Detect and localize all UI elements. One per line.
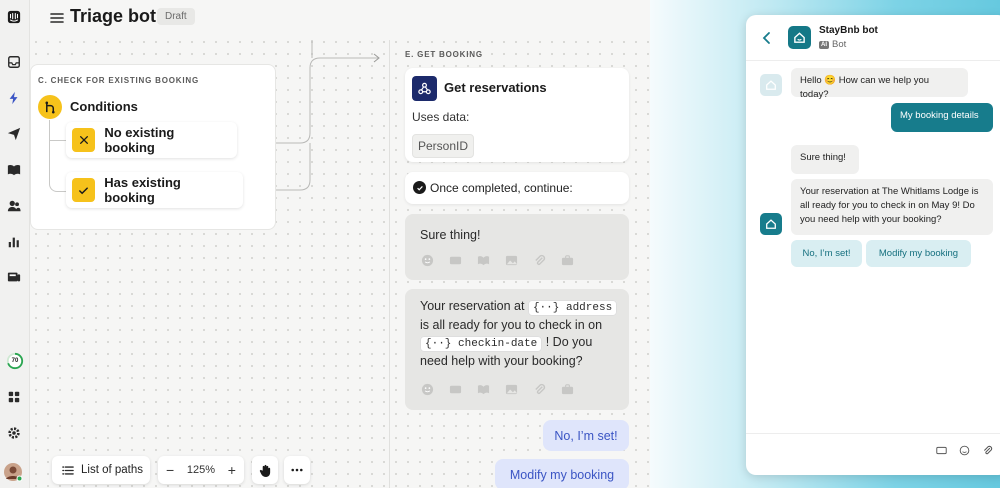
zoom-in-button[interactable]: + (228, 462, 236, 478)
conditions-title: Conditions (70, 99, 138, 114)
app-icon[interactable] (560, 254, 574, 266)
progress-value: 70 (11, 358, 19, 364)
progress-ring[interactable]: 70 (5, 351, 25, 371)
hand-tool-button[interactable] (252, 456, 278, 484)
image-icon[interactable] (504, 254, 518, 266)
lightning-icon[interactable] (5, 89, 23, 107)
action-title: Get reservations (444, 80, 547, 95)
uses-data-label: Uses data: (412, 110, 470, 124)
close-icon (72, 128, 96, 152)
list-icon (62, 465, 74, 475)
more-button[interactable] (284, 456, 310, 484)
quick-reply-modify-booking[interactable]: Modify my booking (866, 240, 971, 267)
news-icon[interactable] (5, 268, 23, 286)
branch-icon (38, 95, 62, 119)
message-toolbar (420, 254, 574, 266)
zoom-out-button[interactable]: − (166, 462, 174, 478)
column-divider (389, 40, 390, 488)
check-icon (72, 178, 96, 202)
variable-chip[interactable]: {··} address (527, 300, 618, 316)
back-icon[interactable] (762, 31, 772, 45)
draft-badge: Draft (157, 8, 195, 25)
attachment-icon[interactable] (982, 445, 993, 456)
branch-has-existing-booking[interactable]: Has existing booking (66, 172, 243, 208)
bot-role: Bot (832, 39, 847, 50)
chat-bubble-user: My booking details (891, 103, 993, 132)
gif-icon[interactable] (448, 254, 462, 266)
book-icon[interactable] (5, 161, 23, 179)
message-segment: Your reservation at (420, 299, 525, 313)
branch-label: No existing booking (104, 125, 175, 155)
gif-icon[interactable] (448, 383, 462, 395)
emoji-icon[interactable] (420, 383, 434, 395)
webhook-icon (412, 76, 437, 101)
branch-no-existing-booking[interactable]: No existing booking (66, 122, 237, 158)
attachment-icon[interactable] (532, 383, 546, 395)
page-title: Triage bot (70, 6, 157, 26)
ai-badge: AI (819, 40, 829, 49)
bot-name: StayBnb bot (819, 25, 878, 36)
hand-icon (259, 464, 270, 477)
variable-chip[interactable]: {··} checkin-date (420, 336, 543, 352)
apps-icon[interactable] (5, 388, 23, 406)
bot-subtitle: AI Bot (819, 39, 846, 50)
article-icon[interactable] (476, 254, 490, 266)
chat-header: StayBnb bot AI Bot (746, 15, 1000, 61)
intercom-logo-icon[interactable] (5, 8, 23, 26)
composer-actions (936, 445, 993, 456)
branch-label: Has existing booking (104, 175, 181, 205)
contacts-icon[interactable] (5, 197, 23, 215)
send-icon[interactable] (5, 125, 23, 143)
message-segment: is all ready for you to check in on (420, 318, 603, 332)
messenger-preview: StayBnb bot AI Bot Hello 😊 How can we he… (746, 15, 1000, 475)
chat-bubble-bot: Your reservation at The Whitlams Lodge i… (791, 179, 993, 235)
bot-avatar (760, 74, 782, 96)
attachment-icon[interactable] (532, 254, 546, 266)
inbox-icon[interactable] (5, 53, 23, 71)
list-of-paths-button[interactable]: List of paths (52, 456, 150, 484)
quick-reply-no-im-set[interactable]: No, I’m set! (791, 240, 862, 267)
list-of-paths-label: List of paths (81, 464, 144, 476)
bot-avatar (760, 213, 782, 235)
message-text[interactable]: Sure thing! (420, 227, 480, 244)
variable-name: checkin-date (458, 338, 538, 350)
more-icon (291, 468, 303, 472)
chat-bubble-bot: Hello 😊 How can we help you today? (791, 68, 968, 100)
reply-no-im-set[interactable]: No, I’m set! (543, 420, 629, 451)
variable-name: address (565, 302, 613, 314)
chat-bubble-bot: Sure thing! (791, 145, 859, 174)
node-label: C. CHECK FOR EXISTING BOOKING (38, 76, 199, 85)
reports-icon[interactable] (5, 233, 23, 251)
chat-composer-divider (746, 433, 1000, 434)
left-rail: 70 (0, 0, 30, 488)
message-block[interactable] (405, 214, 629, 280)
once-completed-label: Once completed, continue: (430, 181, 573, 195)
branch-line (49, 140, 67, 141)
image-icon[interactable] (504, 383, 518, 395)
app-icon[interactable] (560, 383, 574, 395)
zoom-level: 125% (186, 464, 216, 476)
node-label: E. GET BOOKING (405, 50, 483, 59)
check-circle-icon (413, 181, 426, 194)
zoom-control: − 125% + (158, 456, 244, 484)
emoji-icon[interactable] (959, 445, 970, 456)
bot-logo-icon (788, 26, 811, 49)
data-chip[interactable]: PersonID (412, 134, 475, 158)
menu-icon[interactable] (50, 10, 64, 26)
settings-icon[interactable] (5, 424, 23, 442)
reply-modify-booking[interactable]: Modify my booking (495, 459, 629, 488)
article-icon[interactable] (476, 383, 490, 395)
gif-icon[interactable] (936, 445, 947, 456)
user-avatar[interactable] (3, 462, 23, 482)
emoji-icon[interactable] (420, 254, 434, 266)
message-toolbar (420, 383, 574, 395)
message-text[interactable]: Your reservation at {··} address is all … (420, 298, 620, 370)
